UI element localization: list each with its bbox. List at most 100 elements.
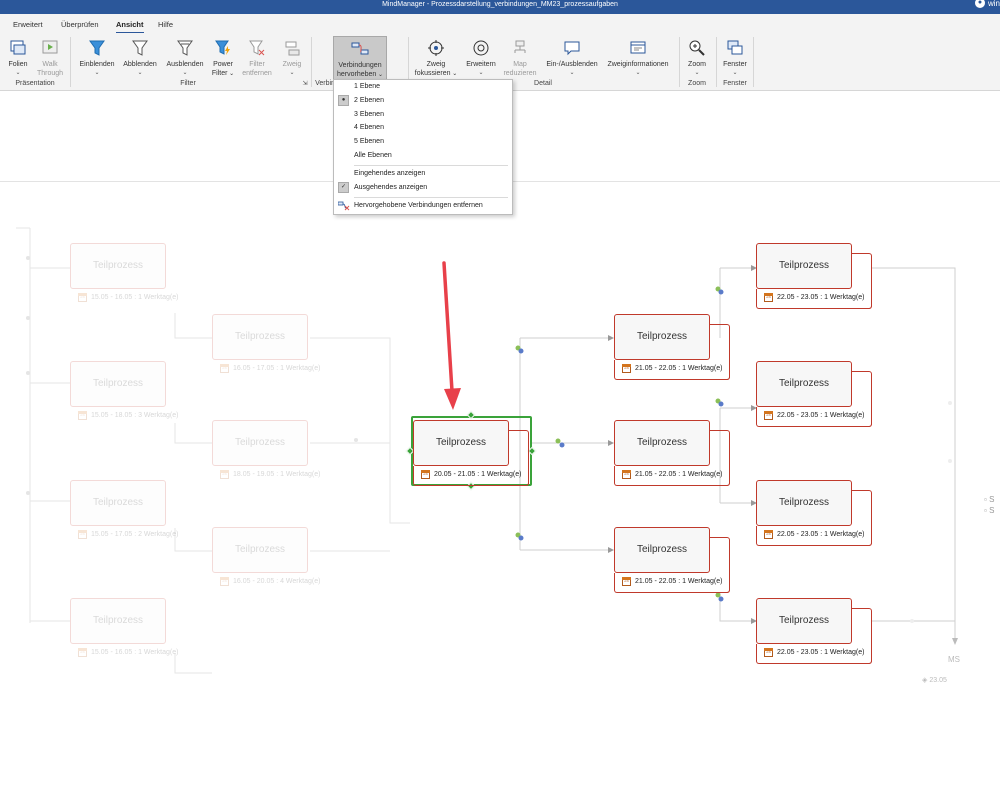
collapse-map-icon [514,40,526,53]
funnel-icon [89,40,105,56]
topic-dates: 21.05 - 22.05 : 1 Werktag(e) [635,365,723,372]
topic-dates: 18.05 - 19.05 : 1 Werktag(e) [233,471,321,478]
topic-dates: 21.05 - 22.05 : 1 Werktag(e) [635,578,723,585]
topic-node[interactable]: Teilprozess 24 22.05 - 23.05 : 1 Werktag(… [756,243,872,309]
user-account[interactable]: ● win [974,0,1000,8]
map-reduzieren-button[interactable]: Map reduzieren [501,39,539,78]
verbindungen-hervorheben-button[interactable]: Verbindungen hervorheben ⌄ [333,36,387,80]
abblenden-button[interactable]: Abblenden ⌄ [120,39,160,78]
filter-group-launcher[interactable]: ⇲ [301,80,309,87]
walk-through-icon [42,40,58,54]
topic-node[interactable]: Teilprozess 24 21.05 - 22.05 : 1 Werktag(… [614,314,730,380]
menu-item-5-ebenen[interactable]: 5 Ebenen [354,138,384,145]
walk-label-2: Through [36,70,64,77]
calendar-icon: 24 [764,293,773,302]
zweig-filter-button[interactable]: Zweig ⌄ [279,39,305,78]
topic-node[interactable]: Teilprozess 24 15.05 - 18.05 : 3 Werktag(… [70,361,178,421]
group-fenster: Fenster [723,80,747,87]
menu-item-2-ebenen[interactable]: 2 Ebenen [354,97,384,104]
topic-title: Teilprozess [756,598,852,644]
topic-title: Teilprozess [70,361,166,407]
einblenden-button[interactable]: Einblenden ⌄ [77,39,117,78]
group-zoom: Zoom [688,80,706,87]
calendar-icon: 24 [78,293,87,302]
power-filter-icon [215,40,230,55]
topic-dates: 21.05 - 22.05 : 1 Werktag(e) [635,471,723,478]
topic-node[interactable]: Teilprozess 24 16.05 - 20.05 : 4 Werktag(… [212,527,320,587]
zoom-label: Zoom [688,61,706,68]
folien-button[interactable]: Folien ⌄ [5,39,31,78]
menu-item-ausgehendes[interactable]: Ausgehendes anzeigen [354,184,427,191]
calendar-icon: 24 [764,411,773,420]
topic-dates: 15.05 - 18.05 : 3 Werktag(e) [91,412,179,419]
filterent-label-2: entfernen [242,70,272,77]
group-separator [679,37,680,87]
fenster-label: Fenster [723,61,747,68]
calendar-icon: 24 [78,411,87,420]
tab-erweitert[interactable]: Erweitert [13,20,43,29]
zweiginformationen-button[interactable]: Zweiginformationen ⌄ [603,39,673,78]
topic-title: Teilprozess [212,527,308,573]
chevron-down-icon: ⌄ [94,70,100,76]
menu-item-1-ebene[interactable]: 1 Ebene [354,83,380,90]
calendar-icon: 24 [622,364,631,373]
ausblenden-button[interactable]: Ausblenden ⌄ [163,39,207,78]
filter-entfernen-button[interactable]: Filter entfernen [240,39,274,78]
group-separator [753,37,754,87]
walk-through-button[interactable]: Walk Through [35,39,65,78]
topic-dates: 15.05 - 16.05 : 1 Werktag(e) [91,294,179,301]
menu-item-3-ebenen[interactable]: 3 Ebenen [354,111,384,118]
menu-item-entfernen[interactable]: Hervorgehobene Verbindungen entfernen [354,202,483,209]
topic-node[interactable]: Teilprozess 24 22.05 - 23.05 : 1 Werktag(… [756,361,872,427]
zweig-fokussieren-button[interactable]: Zweig fokussieren ⌄ [414,39,458,79]
zoom-button[interactable]: Zoom ⌄ [684,39,710,78]
topic-node[interactable]: Teilprozess 24 21.05 - 22.05 : 1 Werktag(… [614,527,730,593]
topic-node[interactable]: Teilprozess 24 15.05 - 16.05 : 1 Werktag(… [70,243,178,303]
map-label-2: reduzieren [503,70,537,77]
topic-node[interactable]: Teilprozess 24 15.05 - 16.05 : 1 Werktag(… [70,598,178,658]
erweitern-button[interactable]: Erweitern ⌄ [463,39,499,78]
abblenden-label: Abblenden [123,61,157,68]
tab-ueberpruefen[interactable]: Überprüfen [61,20,99,29]
menu-item-eingehendes[interactable]: Eingehendes anzeigen [354,170,425,177]
calendar-icon: 24 [622,577,631,586]
group-separator [311,37,312,87]
topic-node[interactable]: Teilprozess 24 16.05 - 17.05 : 1 Werktag(… [212,314,320,374]
side-note-text: S [989,495,995,504]
windows-icon [727,40,743,55]
power-label-2: Filter [211,70,228,77]
side-note: ▫ S [984,506,995,515]
selected-bullet-icon: ● [338,95,349,106]
ein-ausblenden-button[interactable]: Ein-/Ausblenden ⌄ [543,39,601,78]
fokus-label-2: fokussieren [414,70,451,77]
milestone-date: ◈ 23.05 [922,676,947,684]
topic-title: Teilprozess [614,420,710,466]
tab-hilfe[interactable]: Hilfe [158,20,173,29]
calendar-icon: 24 [220,577,229,586]
side-note-text: S [989,506,995,515]
tab-ansicht[interactable]: Ansicht [116,20,144,34]
map-canvas[interactable]: Teilprozess 24 15.05 - 16.05 : 1 Werktag(… [0,183,1000,789]
ausblenden-label: Ausblenden [166,61,204,68]
walk-label-1: Walk [42,61,58,68]
topic-dates: 22.05 - 23.05 : 1 Werktag(e) [777,531,865,538]
fokus-label-1: Zweig [426,61,446,68]
group-praesentation: Präsentation [15,80,55,87]
topic-node[interactable]: Teilprozess 24 21.05 - 22.05 : 1 Werktag(… [614,420,730,486]
group-separator [70,37,71,87]
fenster-button[interactable]: Fenster ⌄ [721,39,749,78]
topic-node[interactable]: Teilprozess 24 18.05 - 19.05 : 1 Werktag(… [212,420,320,480]
folien-label: Folien [8,61,28,68]
topic-node[interactable]: Teilprozess 24 22.05 - 23.05 : 1 Werktag(… [756,598,872,664]
milestone-label: MS [948,655,960,664]
selected-topic-node[interactable]: Teilprozess 24 20.05 - 21.05 : 1 Werktag(… [413,420,529,486]
menu-item-alle-ebenen[interactable]: Alle Ebenen [354,152,392,159]
chevron-down-icon: ⌄ [694,70,700,76]
menu-item-4-ebenen[interactable]: 4 Ebenen [354,124,384,131]
topic-node[interactable]: Teilprozess 24 22.05 - 23.05 : 1 Werktag(… [756,480,872,546]
power-label-1: Power [213,61,233,68]
power-filter-button[interactable]: Power Filter ⌄ [210,39,236,79]
topic-node[interactable]: Teilprozess 24 15.05 - 17.05 : 2 Werktag(… [70,480,178,540]
topic-dates: 15.05 - 16.05 : 1 Werktag(e) [91,649,179,656]
zweig-label: Zweig [282,61,302,68]
